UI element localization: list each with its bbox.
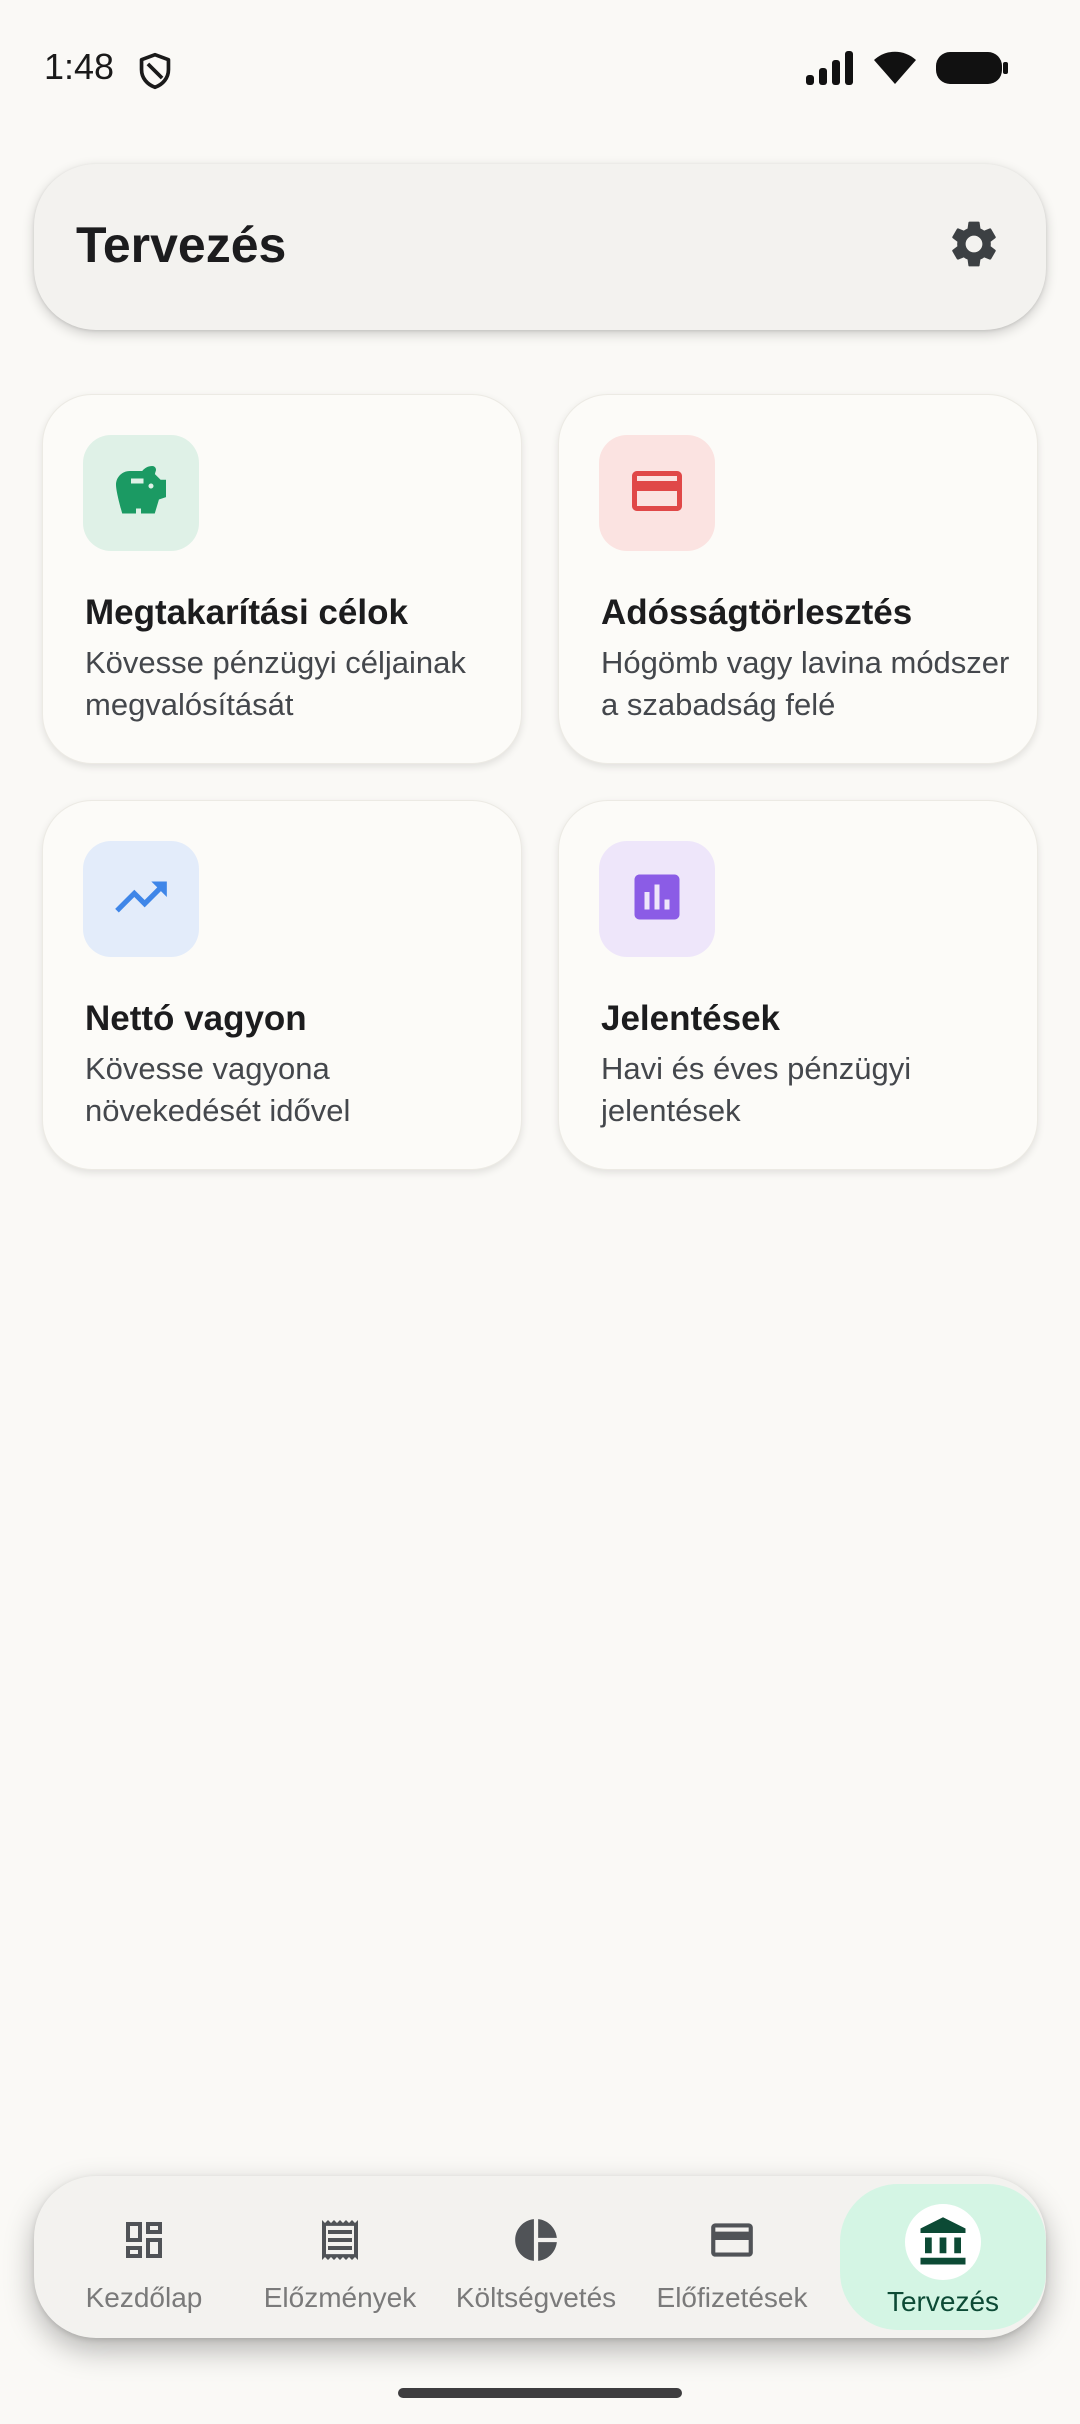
top-app-bar: Tervezés bbox=[34, 164, 1046, 330]
card-savings-goals[interactable]: Megtakarítási célok Kövesse pénzügyi cél… bbox=[42, 394, 522, 764]
card-icon-container bbox=[83, 435, 199, 551]
credit-card-icon bbox=[627, 461, 687, 526]
home-indicator[interactable] bbox=[398, 2388, 682, 2398]
card-net-worth[interactable]: Nettó vagyon Kövesse vagyona növekedését… bbox=[42, 800, 522, 1170]
gear-icon bbox=[946, 216, 1002, 277]
nav-item-home[interactable]: Kezdőlap bbox=[46, 2176, 242, 2338]
credit-card-icon bbox=[704, 2212, 760, 2268]
status-icons bbox=[806, 50, 1008, 91]
shield-icon bbox=[138, 52, 172, 90]
nav-item-budget[interactable]: Költségvetés bbox=[438, 2176, 634, 2338]
piggy-bank-icon bbox=[111, 461, 171, 526]
status-time: 1:48 bbox=[44, 46, 115, 87]
dashboard-icon bbox=[116, 2212, 172, 2268]
settings-button[interactable] bbox=[942, 214, 1006, 278]
card-title: Jelentések bbox=[601, 999, 781, 1038]
signal-icon bbox=[806, 51, 854, 90]
battery-icon bbox=[936, 50, 1008, 91]
nav-item-subscriptions[interactable]: Előfizetések bbox=[634, 2176, 830, 2338]
card-title: Adósságtörlesztés bbox=[601, 593, 913, 632]
bottom-navigation: Kezdőlap Előzmények Költségvetés Előfize… bbox=[34, 2176, 1046, 2338]
nav-label: Tervezés bbox=[886, 2286, 1000, 2317]
nav-item-history[interactable]: Előzmények bbox=[242, 2176, 438, 2338]
card-description: Kövesse vagyona növekedését idővel bbox=[85, 1051, 351, 1128]
card-icon-container bbox=[599, 435, 715, 551]
card-title: Megtakarítási célok bbox=[85, 593, 408, 632]
card-reports[interactable]: Jelentések Havi és éves pénzügyi jelenté… bbox=[558, 800, 1038, 1170]
card-description: Kövesse pénzügyi céljainak megvalósításá… bbox=[85, 645, 466, 722]
card-icon-container bbox=[83, 841, 199, 957]
card-title: Nettó vagyon bbox=[85, 999, 307, 1038]
nav-label: Költségvetés bbox=[455, 2282, 617, 2313]
page-title: Tervezés bbox=[76, 217, 287, 273]
planning-screen: 1:48 Tervezés Megtakarítási célok Kövess… bbox=[0, 0, 1080, 2424]
wifi-icon bbox=[872, 50, 918, 91]
receipt-icon bbox=[312, 2212, 368, 2268]
bank-icon bbox=[905, 2204, 981, 2280]
pie-chart-icon bbox=[508, 2212, 564, 2268]
card-icon-container bbox=[599, 841, 715, 957]
card-description: Havi és éves pénzügyi jelentések bbox=[601, 1051, 912, 1128]
nav-label: Előzmények bbox=[263, 2282, 417, 2313]
bar-chart-icon bbox=[627, 867, 687, 932]
card-debt-payoff[interactable]: Adósságtörlesztés Hógömb vagy lavina mód… bbox=[558, 394, 1038, 764]
status-bar: 1:48 bbox=[0, 0, 1080, 140]
nav-label: Előfizetések bbox=[656, 2282, 808, 2313]
trending-up-icon bbox=[110, 866, 172, 933]
nav-label: Kezdőlap bbox=[85, 2282, 203, 2313]
nav-item-planning[interactable]: Tervezés bbox=[840, 2184, 1046, 2330]
card-description: Hógömb vagy lavina módszer a szabadság f… bbox=[601, 645, 1010, 722]
